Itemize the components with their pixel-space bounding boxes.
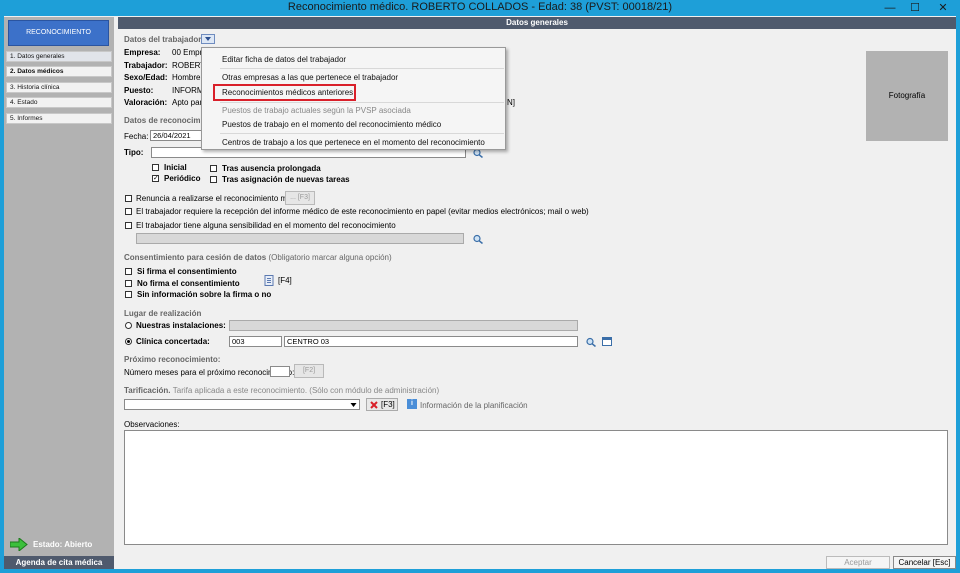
minimize-button[interactable]: — — [877, 0, 903, 16]
f3-label: [F3] — [381, 400, 395, 409]
tarifa-select[interactable] — [124, 399, 360, 410]
puesto-label: Puesto: — [124, 86, 154, 95]
menu-separator — [220, 68, 504, 69]
datos-trabajador-dropdown-button[interactable] — [201, 34, 215, 44]
window-icon[interactable] — [602, 337, 612, 346]
sensibilidad-checkbox[interactable] — [125, 222, 132, 229]
valoracion-suffix: N] — [507, 98, 515, 107]
sexo-edad-label: Sexo/Edad: — [124, 73, 168, 82]
clinica-concertada-radio[interactable] — [125, 338, 132, 345]
estado-indicator: Estado: Abierto — [10, 537, 112, 553]
menu-separator — [220, 133, 504, 134]
proximo-title: Próximo reconocimiento: — [124, 355, 221, 364]
sensibilidad-label: El trabajador tiene alguna sensibilidad … — [136, 221, 396, 230]
tarificacion-title-text: Tarificación. — [124, 386, 171, 395]
menu-item-otras-empresas[interactable]: Otras empresas a las que pertenece el tr… — [222, 73, 398, 82]
recepcion-papel-label: El trabajador requiere la recepción del … — [136, 207, 589, 216]
si-firma-label: Si firma el consentimiento — [137, 267, 237, 276]
consentimiento-title-text: Consentimiento para cesión de datos — [124, 253, 267, 262]
clinica-code-input[interactable]: 003 — [229, 336, 282, 347]
menu-item-centros-trabajo[interactable]: Centros de trabajo a los que pertenece e… — [222, 138, 485, 147]
sensibilidad-input[interactable] — [136, 233, 464, 244]
observaciones-textarea[interactable] — [124, 430, 948, 545]
aceptar-button[interactable]: Aceptar — [826, 556, 890, 569]
tarifa-f3-button[interactable]: [F3] — [366, 398, 398, 411]
search-icon[interactable] — [472, 234, 484, 244]
nuestras-instalaciones-radio[interactable] — [125, 322, 132, 329]
estado-label: Estado: Abierto — [33, 540, 93, 549]
document-icon — [264, 275, 274, 286]
datos-reconocimiento-title: Datos de reconocimie — [124, 116, 208, 125]
inicial-label: Inicial — [164, 163, 187, 172]
tarificacion-title: Tarificación. Tarifa aplicada a este rec… — [124, 386, 439, 395]
sidebar-item-datos-medicos[interactable]: 2. Datos médicos — [6, 66, 112, 77]
consentimiento-title: Consentimiento para cesión de datos (Obl… — [124, 253, 392, 262]
sidebar-item-informes[interactable]: 5. Informes — [6, 113, 112, 124]
proximo-f2-button[interactable]: [F2] — [294, 364, 324, 378]
clinica-concertada-label: Clínica concertada: — [136, 337, 210, 346]
puesto-value: INFORM — [172, 86, 204, 95]
agenda-button[interactable]: Agenda de cita médica — [4, 556, 114, 569]
observaciones-label: Observaciones: — [124, 420, 180, 429]
sidebar-item-historia-clinica[interactable]: 3. Historia clínica — [6, 82, 112, 93]
nuestras-instalaciones-input[interactable] — [229, 320, 578, 331]
valoracion-label: Valoración: — [124, 98, 168, 107]
delete-x-icon — [370, 401, 378, 409]
maximize-button[interactable]: ☐ — [903, 0, 927, 16]
section-header: Datos generales — [118, 17, 956, 29]
tarificacion-note: Tarifa aplicada a este reconocimiento. (… — [172, 386, 440, 395]
nuestras-instalaciones-label: Nuestras instalaciones: — [136, 321, 226, 330]
clinica-name-input[interactable]: CENTRO 03 — [284, 336, 578, 347]
info-icon: i — [407, 399, 417, 409]
tras-ausencia-label: Tras ausencia prolongada — [222, 164, 321, 173]
lugar-title: Lugar de realización — [124, 309, 202, 318]
window-title: Reconocimiento médico. ROBERTO COLLADOS … — [287, 1, 673, 13]
fotografia-placeholder[interactable]: Fotografía — [866, 51, 948, 141]
renuncia-label: Renuncia a realizarse el reconocimiento … — [136, 194, 307, 203]
no-firma-label: No firma el consentimiento — [137, 279, 240, 288]
periodico-checkbox[interactable]: ✓ — [152, 175, 159, 182]
tipo-label: Tipo: — [124, 148, 144, 157]
menu-item-puestos-actuales: Puestos de trabajo actuales según la PVS… — [222, 106, 411, 115]
periodico-label: Periódico — [164, 174, 201, 183]
highlight-box — [213, 84, 356, 101]
sin-informacion-checkbox[interactable] — [125, 291, 132, 298]
arrow-right-icon — [10, 538, 28, 551]
empresa-label: Empresa: — [124, 48, 161, 57]
meses-label: Número meses para el próximo reconocimie… — [124, 368, 295, 377]
si-firma-checkbox[interactable] — [125, 268, 132, 275]
chevron-down-icon — [350, 403, 357, 407]
reconocimiento-button[interactable]: RECONOCIMIENTO — [8, 20, 109, 46]
f4-label: [F4] — [278, 276, 292, 285]
sidebar-item-estado[interactable]: 4. Estado — [6, 97, 112, 108]
tras-ausencia-checkbox[interactable] — [210, 165, 217, 172]
search-icon[interactable] — [585, 337, 597, 347]
tras-asignacion-label: Tras asignación de nuevas tareas — [222, 175, 350, 184]
menu-separator — [220, 102, 504, 103]
consentimiento-note: (Obligatorio marcar alguna opción) — [268, 253, 392, 262]
renuncia-f3-button[interactable]: ... [F3] — [285, 191, 315, 205]
sidebar-item-datos-generales[interactable]: 1. Datos generales — [6, 51, 112, 62]
no-firma-checkbox[interactable] — [125, 280, 132, 287]
tras-asignacion-checkbox[interactable] — [210, 176, 217, 183]
title-bar: Reconocimiento médico. ROBERTO COLLADOS … — [0, 0, 960, 16]
trabajador-label: Trabajador: — [124, 61, 168, 70]
sin-informacion-label: Sin información sobre la firma o no — [137, 290, 272, 299]
inicial-checkbox[interactable] — [152, 164, 159, 171]
datos-trabajador-title: Datos del trabajador — [124, 35, 202, 44]
chevron-down-icon — [205, 37, 211, 41]
renuncia-checkbox[interactable] — [125, 195, 132, 202]
close-button[interactable]: ✕ — [929, 0, 957, 16]
menu-item-puestos-momento[interactable]: Puestos de trabajo en el momento del rec… — [222, 120, 441, 129]
cancelar-button[interactable]: Cancelar [Esc] — [893, 556, 956, 569]
informacion-planificacion-link[interactable]: Información de la planificación — [420, 401, 528, 410]
meses-input[interactable] — [270, 366, 290, 377]
fecha-label: Fecha: — [124, 132, 149, 141]
menu-item-editar-ficha[interactable]: Editar ficha de datos del trabajador — [222, 55, 346, 64]
recepcion-papel-checkbox[interactable] — [125, 208, 132, 215]
